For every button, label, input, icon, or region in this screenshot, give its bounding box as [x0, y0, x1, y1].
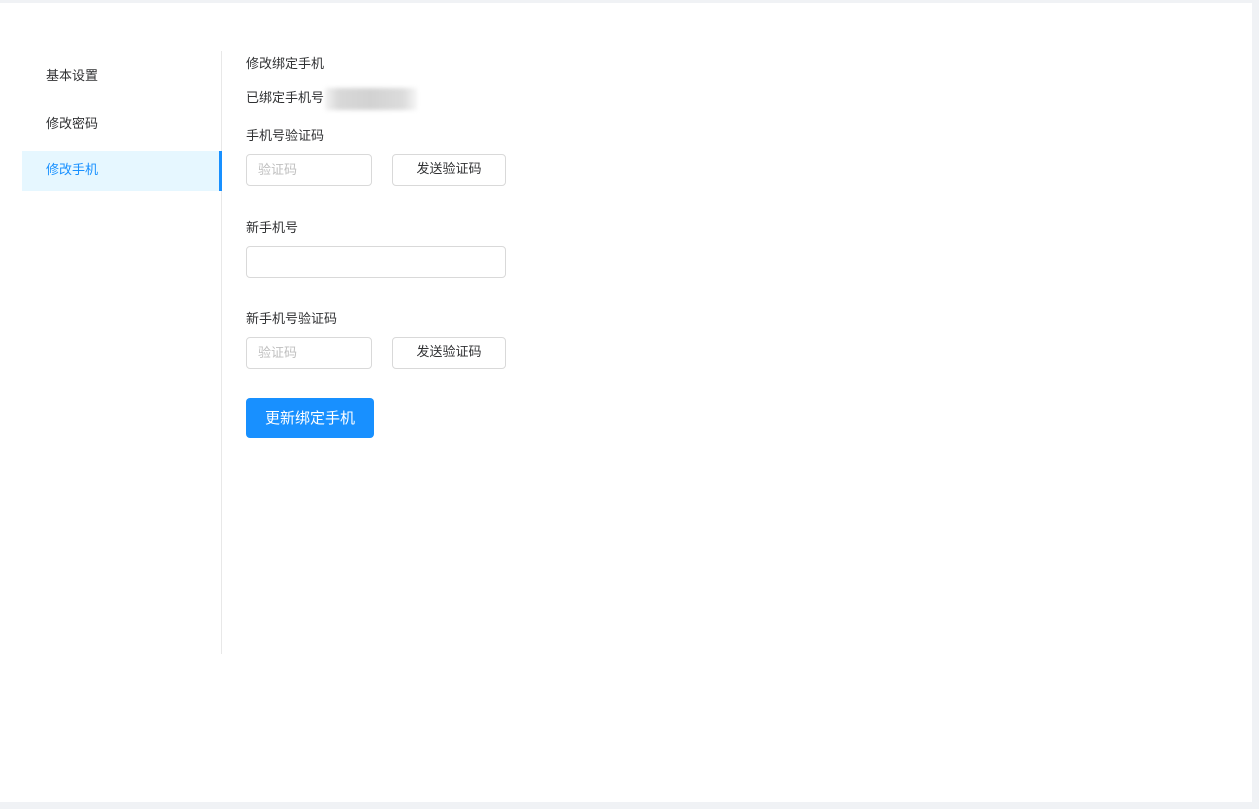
bound-phone-row: 已绑定手机号 — [246, 87, 418, 110]
new-code-input[interactable] — [246, 337, 372, 369]
settings-sidebar: 基本设置 修改密码 修改手机 — [22, 51, 222, 654]
new-phone-label: 新手机号 — [246, 221, 299, 236]
send-new-code-button[interactable]: 发送验证码 — [392, 337, 506, 369]
sidebar-item-change-password[interactable]: 修改密码 — [22, 105, 222, 145]
sidebar-item-label: 修改手机 — [46, 163, 99, 178]
old-code-input[interactable] — [246, 154, 372, 186]
update-phone-button[interactable]: 更新绑定手机 — [246, 398, 374, 438]
sidebar-item-basic-settings[interactable]: 基本设置 — [22, 57, 222, 97]
sidebar-item-label: 修改密码 — [46, 117, 99, 132]
old-code-label: 手机号验证码 — [246, 129, 325, 144]
new-code-label: 新手机号验证码 — [246, 312, 338, 327]
sidebar-item-label: 基本设置 — [46, 69, 99, 84]
new-phone-input[interactable] — [246, 246, 506, 278]
form-title: 修改绑定手机 — [246, 57, 325, 72]
sidebar-item-change-phone[interactable]: 修改手机 — [22, 151, 222, 191]
settings-panel: 基本设置 修改密码 修改手机 修改绑定手机 已绑定手机号 手机号验证码 发送验证… — [0, 3, 1252, 802]
masked-phone-number — [325, 87, 418, 110]
send-code-button[interactable]: 发送验证码 — [392, 154, 506, 186]
bound-phone-label: 已绑定手机号 — [246, 91, 325, 106]
